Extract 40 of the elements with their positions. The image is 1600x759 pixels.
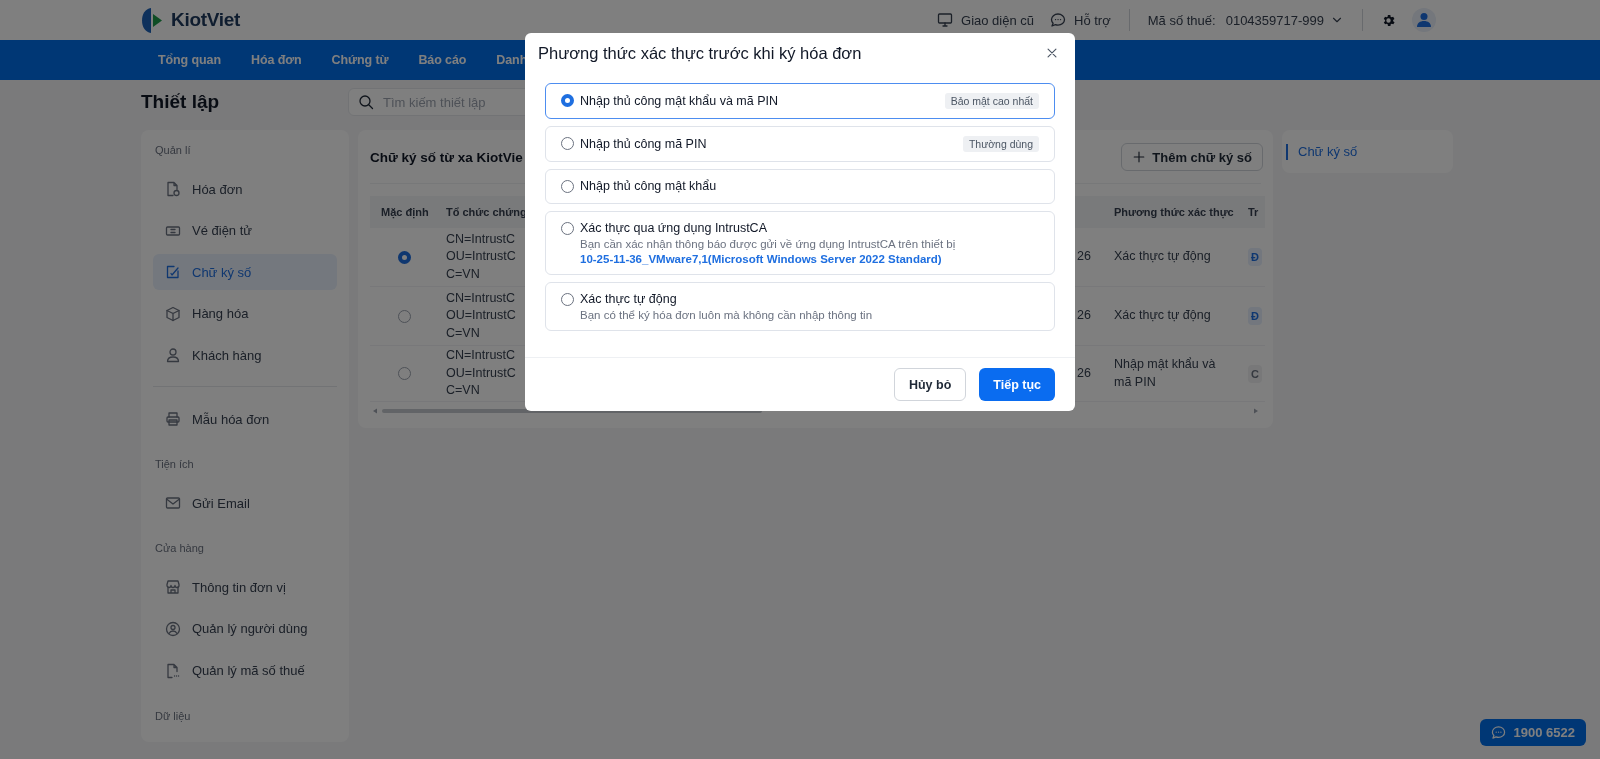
option-label: Xác thực qua ứng dụng IntrustCA xyxy=(580,221,767,235)
section-title: Dữ liệu xyxy=(154,708,192,723)
table-cell-text: C=VN xyxy=(446,265,480,283)
section-title: Tiện ích xyxy=(154,457,195,472)
option-description: Bạn có thể ký hóa đơn luôn mà không cần nhập thông tin xyxy=(580,309,874,321)
table-cell-text: CN=IntrustC xyxy=(446,289,516,307)
table-cell: CN=IntrustC xyxy=(446,347,516,365)
option-label: Nhập thủ công mật khẩu xyxy=(580,179,717,193)
table-cell-text: Xác thực tự động xyxy=(1114,248,1212,266)
page-title: Thiết lập xyxy=(141,91,221,113)
option-label: Nhập thủ công mật khẩu và mã PIN xyxy=(580,94,779,108)
table-cell: 26 xyxy=(1077,365,1091,380)
status-badge: Đ xyxy=(1248,248,1262,266)
table-cell-text: Nhập mật khẩu và mã PIN xyxy=(1114,356,1217,391)
table-cell-text: C=VN xyxy=(446,324,480,342)
option-tag: Bảo mật cao nhất xyxy=(944,93,1039,109)
tax-label: Mã số thuế: xyxy=(1147,12,1216,28)
column-header: Phương thức xác thực xyxy=(1113,206,1235,218)
device-name: 10-25-11-36_VMware7,1(Microsoft Windows Server 2022 Standard) xyxy=(580,253,943,265)
status-badge: Đ xyxy=(1248,307,1262,325)
option-label: Xác thực tự động xyxy=(580,292,677,306)
column-header: Mặc định xyxy=(380,206,430,218)
table-cell-text: OU=IntrustC xyxy=(446,364,516,382)
table-cell: OU=IntrustC xyxy=(446,307,516,325)
status-badge: C xyxy=(1248,364,1262,383)
dialog-title: Phương thức xác thực trước khi ký hóa đơn xyxy=(538,43,862,63)
logo-text: KiotViet xyxy=(171,9,241,31)
table-cell-text: CN=IntrustC xyxy=(446,230,516,248)
column-header: Tr xyxy=(1247,206,1260,218)
table-cell-text: Xác thực tự động xyxy=(1114,307,1212,325)
table-cell: C=VN xyxy=(446,382,480,400)
table-cell: OU=IntrustC xyxy=(446,248,516,266)
option-label: Nhập thủ công mã PIN xyxy=(580,137,707,151)
section-title: Cửa hàng xyxy=(154,541,205,556)
table-cell: 26 xyxy=(1077,308,1091,323)
option-tag: Thường dùng xyxy=(962,136,1039,152)
table-cell: 26 xyxy=(1077,249,1091,264)
option-description: Bạn cần xác nhận thông báo được gửi về ứng dụng IntrustCA trên thiết bị xyxy=(580,238,957,250)
card-title: Chữ ký số từ xa KiotVie xyxy=(370,149,523,165)
section-title: Quản lí xyxy=(154,143,192,157)
